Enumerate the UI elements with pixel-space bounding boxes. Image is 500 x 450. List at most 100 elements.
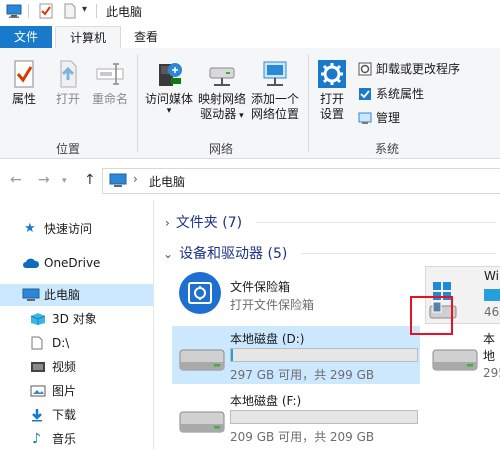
nav-label-videos: 视频 [52,360,77,374]
address-chevron-icon[interactable]: › [133,172,138,186]
rename-icon [94,58,126,90]
nav-item-quick-access[interactable]: ★ 快速访问 [0,218,153,240]
uninstall-programs-button[interactable]: 卸载或更改程序 [358,60,460,78]
this-pc-address-icon [109,173,127,188]
drive-d-usage-bar [230,348,418,362]
group-header-devices[interactable]: ⌄ 设备和驱动器 (5) [163,243,287,263]
properties-quick-icon[interactable] [38,3,54,19]
manage-button[interactable]: 管理 [358,109,400,127]
drive-d-tile[interactable]: 本地磁盘 (D:) 297 GB 可用，共 299 GB [172,326,420,384]
music-note-icon: ♪ [32,431,41,447]
drive-f-tile[interactable]: 本地磁盘 (F:) 209 GB 可用，共 209 GB [172,388,420,446]
map-network-drive-icon [206,58,238,90]
computer-icon[interactable] [6,3,22,19]
drive-windows-subtitle: 46. [484,305,500,319]
uninstall-programs-icon [358,62,372,76]
ribbon-tabs: 文件 计算机 查看 [0,26,500,50]
add-network-location-label-line2: 网络位置 [250,107,299,121]
properties-label: 属性 [11,92,36,106]
open-settings-label-line2: 设置 [319,107,344,121]
address-path: 此电脑 [149,175,186,189]
expanded-chevron-icon: ⌄ [163,247,174,261]
cloud-icon [22,256,40,270]
nav-label-downloads: 下载 [52,408,77,422]
access-media-icon [153,58,185,90]
address-bar[interactable]: › 此电脑 [102,168,500,194]
drive-d-name: 本地磁盘 (D:) [230,332,305,346]
access-media-label: 访问媒体 [144,92,193,106]
nav-label-d-drive: D:\ [52,336,70,350]
hard-drive-icon [178,406,226,436]
drive-f-subtitle: 209 GB 可用，共 209 GB [230,430,375,444]
tab-file[interactable]: 文件 [0,26,52,48]
group-label-system: 系统 [375,142,400,156]
hard-drive-icon [431,344,479,374]
nav-item-3d-objects[interactable]: 3D 对象 [0,308,153,330]
nav-item-this-pc[interactable]: 此电脑 [0,284,153,306]
access-media-button[interactable]: 访问媒体 ▾ [142,58,196,116]
nav-label-music: 音乐 [52,432,77,446]
ribbon-separator-1 [137,54,138,152]
nav-label-pictures: 图片 [52,384,77,398]
navigation-bar: ← → ▾ ↑ › 此电脑 [0,168,500,194]
nav-label-3d-objects: 3D 对象 [52,312,97,326]
nav-item-onedrive[interactable]: OneDrive [0,252,153,274]
title-bar: ▾ 此电脑 [0,0,500,22]
pane-separator[interactable] [153,200,154,450]
vault-tile[interactable]: 文件保险箱 打开文件保险箱 [172,268,412,322]
title-separator-2 [96,4,97,18]
navigation-pane: ★ 快速访问 OneDrive 此电脑 3D 对象 D:\ 视频 图片 下载 ♪… [0,200,153,450]
up-arrow-icon[interactable]: ↑ [84,172,96,188]
system-properties-label: 系统属性 [376,87,425,101]
access-media-chevron-icon: ▾ [166,106,172,116]
vault-subtitle: 打开文件保险箱 [230,298,315,312]
drive-windows-usage-bar [484,289,500,301]
properties-button[interactable]: 属性 [6,58,42,107]
group-divider-folders [256,222,496,223]
tab-view[interactable]: 查看 [122,26,170,48]
document-icon [30,336,46,350]
forward-arrow-icon[interactable]: → [38,172,50,188]
group-label-network: 网络 [209,142,234,156]
add-network-location-icon [259,58,291,90]
nav-item-d-drive[interactable]: D:\ [0,332,153,354]
tab-computer[interactable]: 计算机 [55,26,121,50]
ribbon-separator-2 [308,54,309,152]
manage-label: 管理 [376,111,401,125]
nav-item-music[interactable]: ♪ 音乐 [0,428,153,450]
nav-item-downloads[interactable]: 下载 [0,404,153,426]
back-arrow-icon[interactable]: ← [10,172,22,188]
nav-item-pictures[interactable]: 图片 [0,380,153,402]
vault-icon [178,271,222,315]
folders-header-label: 文件夹 (7) [175,215,243,231]
nav-label-this-pc: 此电脑 [44,288,81,302]
ribbon-panel: 属性 打开 重命名 位置 访问媒体 ▾ 映射网络 驱动器 ▾ 添加一个 网络位置 [0,48,500,159]
star-icon: ★ [24,221,36,236]
recent-locations-chevron-icon[interactable]: ▾ [62,176,67,186]
map-network-drive-button[interactable]: 映射网络 驱动器 ▾ [196,58,248,124]
group-divider-devices [302,253,496,254]
rename-button[interactable]: 重命名 [90,58,130,107]
nav-label-onedrive: OneDrive [44,256,101,270]
this-pc-icon [22,288,40,302]
new-folder-quick-icon[interactable] [62,3,78,19]
drive-right-second-subtitle: 295 [483,366,500,380]
system-properties-button[interactable]: 系统属性 [358,85,424,103]
add-network-location-button[interactable]: 添加一个 网络位置 [248,58,302,122]
group-header-folders[interactable]: › 文件夹 (7) [165,212,242,232]
open-button[interactable]: 打开 [50,58,86,107]
map-network-drive-label-line2: 驱动器 [200,107,237,121]
properties-icon [8,58,40,90]
drive-windows-name: Wi [484,269,499,283]
nav-item-videos[interactable]: 视频 [0,356,153,378]
window-title: 此电脑 [106,5,143,19]
open-label: 打开 [55,92,80,106]
rename-label: 重命名 [91,92,128,106]
open-icon [52,58,84,90]
hard-drive-icon [178,344,226,374]
settings-gear-icon [316,58,348,90]
vault-name: 文件保险箱 [230,280,291,294]
drive-right-second-tile[interactable]: 本地 295 [425,326,500,384]
drive-f-usage-bar [230,410,418,424]
open-settings-button[interactable]: 打开 设置 [312,58,352,122]
